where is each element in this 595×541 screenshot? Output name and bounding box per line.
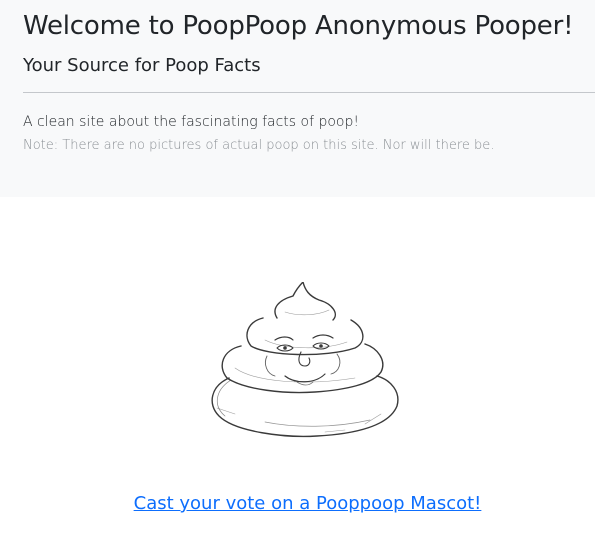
poop-mascot-sketch-icon: [205, 281, 401, 440]
hero-lead-text: A clean site about the fascinating facts…: [23, 114, 359, 130]
hero-divider: [23, 92, 595, 93]
vote-mascot-link[interactable]: Cast your vote on a Pooppoop Mascot!: [0, 493, 595, 514]
hero-banner: Welcome to PoopPoop Anonymous Pooper! Yo…: [0, 0, 595, 197]
page-title: Welcome to PoopPoop Anonymous Pooper!: [23, 11, 574, 41]
hero-note-text: Note: There are no pictures of actual po…: [23, 138, 495, 153]
page-subtitle: Your Source for Poop Facts: [23, 55, 261, 76]
